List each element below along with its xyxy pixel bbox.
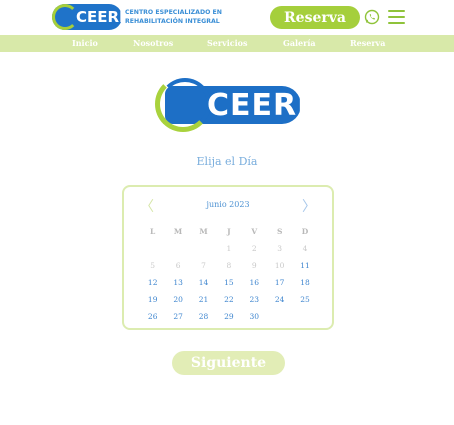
calendar-day[interactable]: 23 [242,295,267,304]
calendar-day[interactable]: 19 [140,295,165,304]
logo-mark: CEERI [52,4,125,30]
choose-day-prompt: Elija el Día [196,155,258,168]
calendar-day[interactable]: 27 [165,312,190,321]
calendar-day: 3 [277,244,283,253]
hamburger-menu-icon[interactable] [388,10,405,24]
month-label: junio 2023 [206,200,250,209]
calendar-day[interactable]: 18 [292,278,317,287]
calendar-day[interactable]: 22 [216,295,241,304]
calendar-day: 1 [226,244,232,253]
calendar-day[interactable]: 13 [165,278,190,287]
main-nav: Inicio Nosotros Servicios Galería Reserv… [0,35,454,52]
whatsapp-icon[interactable] [364,9,380,25]
weekday-label: D [301,227,309,236]
calendar-day: 4 [302,244,308,253]
calendar-week-row: 19 20 21 22 23 24 25 [140,291,318,308]
weekday-label: V [251,227,258,236]
calendar-day[interactable]: 14 [191,278,216,287]
next-button[interactable]: Siguiente [172,351,285,375]
calendar-week-row: 12 13 14 15 16 17 18 [140,274,318,291]
calendar-day: 9 [251,261,257,270]
logo-ring-blue [159,78,211,130]
calendar-day: 10 [274,261,285,270]
calendar-day[interactable]: 28 [191,312,216,321]
weekday-label: S [276,227,283,236]
next-month-button[interactable]: 〉 [302,196,316,216]
calendar-day[interactable]: 15 [216,278,241,287]
calendar-week-row: 5 6 7 8 9 10 11 [140,257,318,274]
logo-subtitle: CENTRO ESPECIALIZADO EN REHABILITACIÓN I… [125,8,222,26]
nav-item-reserva[interactable]: Reserva [350,38,385,48]
weekday-label: M [173,227,183,236]
calendar-day: 8 [226,261,232,270]
calendar-day: 2 [251,244,257,253]
logo-swirl-icon [52,4,78,30]
calendar-day[interactable]: 12 [140,278,165,287]
calendar-day[interactable]: 20 [165,295,190,304]
calendar-day[interactable]: 11 [292,261,317,270]
calendar-day[interactable]: 29 [216,312,241,321]
main-logo: CEERI [155,76,308,132]
calendar-grid: L M M J V S D 1 2 3 4 5 6 7 8 9 10 11 12 13 14 15 16 17 18 19 20 21… [140,223,318,325]
logo-text: CEERI [76,8,125,26]
weekday-label: L [150,227,156,236]
logo-subtitle-line1: CENTRO ESPECIALIZADO EN [125,9,222,16]
nav-item-inicio[interactable]: Inicio [72,38,98,48]
reserve-button[interactable]: Reserva [270,6,360,29]
site-logo[interactable]: CEERI CENTRO ESPECIALIZADO EN REHABILITA… [52,4,222,30]
calendar-day: 5 [150,261,156,270]
calendar-day[interactable]: 21 [191,295,216,304]
nav-item-servicios[interactable]: Servicios [207,38,248,48]
calendar-day[interactable]: 24 [267,295,292,304]
calendar-week-row: 26 27 28 29 30 [140,308,318,325]
calendar-day[interactable]: 25 [292,295,317,304]
calendar-day[interactable]: 16 [242,278,267,287]
weekday-label: J [227,227,231,236]
calendar-week-row: 1 2 3 4 [140,240,318,257]
calendar-day[interactable]: 30 [242,312,267,321]
main-logo-text: CEERI [207,88,310,123]
weekday-header-row: LMMJVSD [140,223,318,240]
calendar-day[interactable]: 17 [267,278,292,287]
site-header: CEERI CENTRO ESPECIALIZADO EN REHABILITA… [0,0,454,34]
nav-item-nosotros[interactable]: Nosotros [133,38,173,48]
weekday-label: M [199,227,208,236]
calendar-day: 6 [175,261,181,270]
calendar-day[interactable]: 26 [140,312,165,321]
logo-subtitle-line2: REHABILITACIÓN INTEGRAL [125,18,220,25]
nav-item-galeria[interactable]: Galería [283,38,316,48]
date-picker: 〈 junio 2023 〉 L M M J V S D 1 2 3 4 5 6 7 8 9 10 11 12 13 1… [122,185,334,330]
calendar-day: 7 [201,261,206,270]
